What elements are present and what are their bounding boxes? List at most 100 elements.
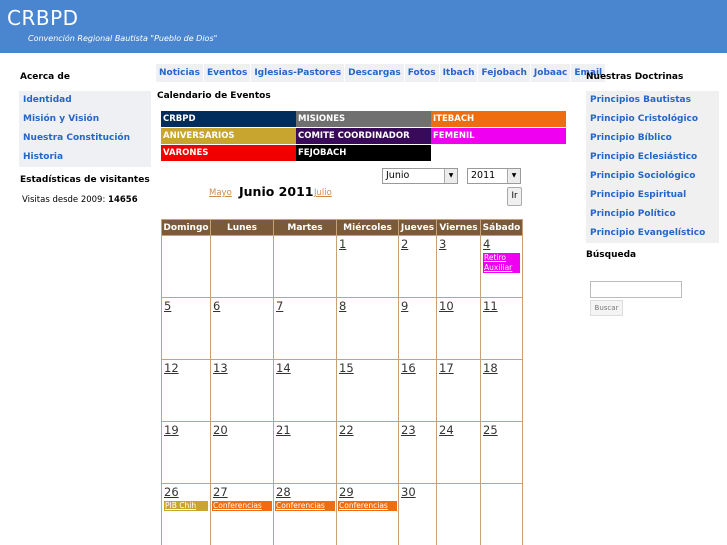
doctrines-nav: Principios Bautistas Principio Cristológ… bbox=[586, 91, 719, 243]
month-select-value: Junio bbox=[386, 170, 410, 181]
sidebar-item-principio-eclesiastico[interactable]: Principio Eclesiástico bbox=[586, 148, 719, 167]
sidebar-item-constitucion[interactable]: Nuestra Constitución bbox=[19, 129, 151, 148]
sidebar-item-principio-espiritual[interactable]: Principio Espiritual bbox=[586, 186, 719, 205]
day-number[interactable]: 26 bbox=[162, 484, 210, 499]
day-number[interactable]: 19 bbox=[162, 422, 210, 437]
day-number[interactable]: 14 bbox=[274, 360, 336, 375]
day-cell: 20 bbox=[210, 421, 274, 484]
day-cell: 30 bbox=[398, 483, 437, 545]
year-select-value: 2011 bbox=[471, 170, 496, 181]
month-select[interactable]: Junio ▼ bbox=[382, 168, 458, 184]
day-cell: 11 bbox=[480, 297, 523, 360]
search-heading: Búsqueda bbox=[586, 250, 637, 260]
sidebar-item-historia[interactable]: Historia bbox=[19, 148, 151, 167]
event-pib-chih[interactable]: PIB Chih bbox=[164, 501, 208, 511]
day-number[interactable]: 27 bbox=[211, 484, 273, 499]
nav-eventos[interactable]: Eventos bbox=[203, 64, 251, 82]
chevron-down-icon: ▼ bbox=[444, 169, 457, 183]
nav-fotos[interactable]: Fotos bbox=[404, 64, 439, 82]
legend-comite-coordinador[interactable]: COMITE COORDINADOR bbox=[296, 128, 431, 144]
legend-itebach[interactable]: ITEBACH bbox=[431, 111, 566, 127]
day-number[interactable]: 6 bbox=[211, 298, 273, 313]
day-number[interactable]: 28 bbox=[274, 484, 336, 499]
day-number[interactable]: 7 bbox=[274, 298, 336, 313]
day-number[interactable]: 5 bbox=[162, 298, 210, 313]
calendar-week-row: 5 6 7 8 9 10 11 bbox=[161, 297, 523, 360]
sidebar-item-principio-biblico[interactable]: Principio Bíblico bbox=[586, 129, 719, 148]
legend-crbpd[interactable]: CRBPD bbox=[161, 111, 296, 127]
day-number[interactable]: 2 bbox=[399, 236, 436, 251]
nav-noticias[interactable]: Noticias bbox=[156, 64, 203, 82]
day-cell: 2 bbox=[398, 235, 437, 298]
day-number[interactable]: 13 bbox=[211, 360, 273, 375]
sidebar-item-mision-vision[interactable]: Misión y Visión bbox=[19, 110, 151, 129]
day-number[interactable] bbox=[211, 236, 273, 238]
day-number[interactable]: 4 bbox=[481, 236, 522, 251]
day-number[interactable]: 9 bbox=[399, 298, 436, 313]
event-conferencias[interactable]: Conferencias bbox=[275, 501, 335, 511]
nav-iglesias-pastores[interactable]: Iglesias-Pastores bbox=[251, 64, 345, 82]
day-number[interactable]: 21 bbox=[274, 422, 336, 437]
sidebar-item-principio-cristologico[interactable]: Principio Cristológico bbox=[586, 110, 719, 129]
chevron-down-icon: ▼ bbox=[507, 169, 520, 183]
day-number[interactable]: 29 bbox=[337, 484, 398, 499]
day-cell: 14 bbox=[273, 359, 337, 422]
legend-aniversarios[interactable]: ANIVERSARIOS bbox=[161, 128, 296, 144]
day-number[interactable] bbox=[437, 484, 480, 486]
day-number[interactable]: 17 bbox=[437, 360, 480, 375]
nav-fejobach[interactable]: Fejobach bbox=[478, 64, 530, 82]
prev-month-link[interactable]: Mayo bbox=[209, 188, 232, 198]
day-number[interactable]: 30 bbox=[399, 484, 436, 499]
weekday-header: Sábado bbox=[480, 219, 523, 236]
day-cell: 12 bbox=[161, 359, 211, 422]
day-number[interactable]: 24 bbox=[437, 422, 480, 437]
day-cell: 19 bbox=[161, 421, 211, 484]
day-number[interactable] bbox=[274, 236, 336, 238]
sidebar-item-principios-bautistas[interactable]: Principios Bautistas bbox=[586, 91, 719, 110]
day-number[interactable]: 16 bbox=[399, 360, 436, 375]
weekday-header-row: Domingo Lunes Martes Miércoles Jueves Vi… bbox=[161, 219, 523, 236]
visits-value: 14656 bbox=[108, 195, 138, 205]
sidebar-item-principio-evangelistico[interactable]: Principio Evangelístico bbox=[586, 224, 719, 243]
day-number[interactable] bbox=[162, 236, 210, 238]
day-number[interactable]: 22 bbox=[337, 422, 398, 437]
legend-varones[interactable]: VARONES bbox=[161, 145, 296, 161]
search-input[interactable] bbox=[590, 281, 682, 298]
next-month-link[interactable]: Julio bbox=[314, 188, 332, 198]
day-cell: 26 PIB Chih bbox=[161, 483, 211, 545]
sidebar-item-principio-politico[interactable]: Principio Político bbox=[586, 205, 719, 224]
legend-femenil[interactable]: FEMENIL bbox=[431, 128, 566, 144]
weekday-header: Martes bbox=[273, 219, 337, 236]
calendar-heading: Calendario de Eventos bbox=[157, 91, 271, 101]
nav-jobaac[interactable]: Jobaac bbox=[530, 64, 571, 82]
calendar-week-row: 26 PIB Chih 27 Conferencias 28 Conferencias… bbox=[161, 483, 523, 545]
event-retiro-auxiliar[interactable]: Retiro Auxiliar bbox=[483, 253, 520, 273]
nav-descargas[interactable]: Descargas bbox=[345, 64, 404, 82]
day-cell bbox=[436, 483, 481, 545]
site-title[interactable]: CRBPD bbox=[7, 6, 79, 30]
day-number[interactable]: 3 bbox=[437, 236, 480, 251]
day-number[interactable]: 1 bbox=[337, 236, 398, 251]
legend-fejobach[interactable]: FEJOBACH bbox=[296, 145, 431, 161]
day-cell: 3 bbox=[436, 235, 481, 298]
year-select[interactable]: 2011 ▼ bbox=[467, 168, 521, 184]
day-number[interactable]: 25 bbox=[481, 422, 522, 437]
day-number[interactable] bbox=[481, 484, 522, 486]
day-number[interactable]: 11 bbox=[481, 298, 522, 313]
event-conferencias[interactable]: Conferencias bbox=[338, 501, 397, 511]
sidebar-item-principio-sociologico[interactable]: Principio Sociológico bbox=[586, 167, 719, 186]
nav-itbach[interactable]: Itbach bbox=[439, 64, 478, 82]
day-number[interactable]: 10 bbox=[437, 298, 480, 313]
day-number[interactable]: 8 bbox=[337, 298, 398, 313]
legend-misiones[interactable]: MISIONES bbox=[296, 111, 431, 127]
day-number[interactable]: 23 bbox=[399, 422, 436, 437]
day-number[interactable]: 12 bbox=[162, 360, 210, 375]
sidebar-item-identidad[interactable]: Identidad bbox=[19, 91, 151, 110]
day-number[interactable]: 20 bbox=[211, 422, 273, 437]
day-number[interactable]: 18 bbox=[481, 360, 522, 375]
search-button[interactable]: Buscar bbox=[590, 300, 623, 316]
event-conferencias[interactable]: Conferencias bbox=[212, 501, 272, 511]
day-number[interactable]: 15 bbox=[337, 360, 398, 375]
go-button[interactable]: Ir bbox=[507, 187, 522, 206]
day-cell: 1 bbox=[336, 235, 399, 298]
